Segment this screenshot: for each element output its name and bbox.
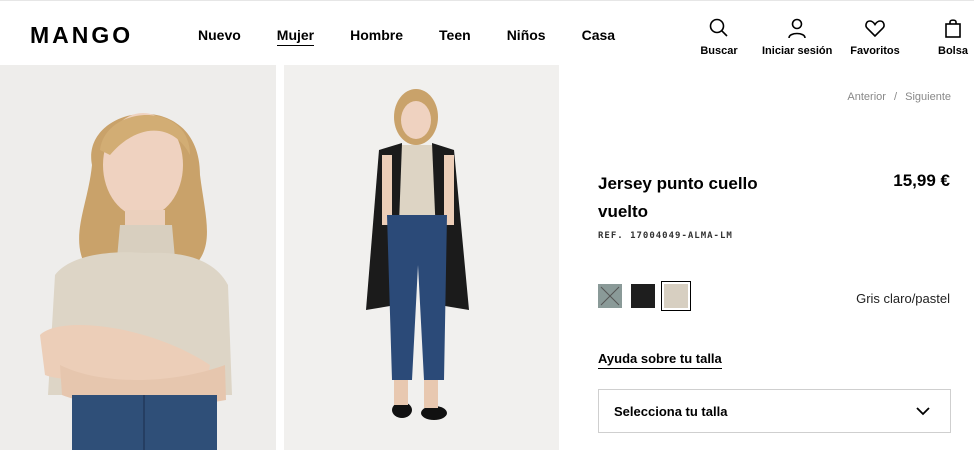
favorites-label: Favoritos — [850, 45, 900, 57]
unavailable-cross-icon — [600, 286, 620, 306]
product-ref: REF. 17004049-ALMA-LM — [598, 231, 733, 241]
size-select[interactable]: Selecciona tu talla — [598, 389, 951, 433]
search-label: Buscar — [700, 45, 738, 57]
color-swatches — [598, 281, 697, 311]
next-link[interactable]: Siguiente — [905, 91, 951, 103]
size-help-link[interactable]: Ayuda sobre tu talla — [598, 351, 722, 369]
color-swatch-black[interactable] — [631, 284, 655, 308]
chevron-down-icon — [916, 407, 930, 416]
bag-label: Bolsa — [938, 45, 968, 57]
prev-link[interactable]: Anterior — [847, 91, 886, 103]
login-button[interactable]: Iniciar sesión — [762, 17, 832, 57]
header-actions: Buscar Iniciar sesión Favoritos Bolsa — [0, 17, 974, 62]
model-closeup-illustration — [0, 65, 276, 450]
search-button[interactable]: Buscar — [700, 17, 738, 57]
color-swatch-cream[interactable] — [661, 281, 691, 311]
product-image-closeup[interactable] — [0, 65, 276, 450]
heart-icon — [865, 20, 885, 38]
model-fullbody-illustration — [284, 65, 559, 450]
product-title: Jersey punto cuello vuelto — [598, 174, 758, 221]
selected-color-name: Gris claro/pastel — [856, 291, 950, 306]
product-image-fullbody[interactable] — [284, 65, 559, 450]
favorites-button[interactable]: Favoritos — [850, 17, 900, 57]
color-swatch-gray[interactable] — [598, 284, 622, 308]
header: MANGO Nuevo Mujer Hombre Teen Niños Casa… — [0, 0, 974, 65]
search-icon — [709, 18, 728, 37]
product-price: 15,99 € — [893, 171, 950, 190]
bag-button[interactable]: Bolsa — [936, 17, 970, 57]
login-label: Iniciar sesión — [762, 45, 833, 57]
breadcrumb: Anterior / Siguiente — [847, 91, 951, 103]
size-select-label: Selecciona tu talla — [614, 404, 728, 419]
breadcrumb-separator: / — [894, 91, 898, 103]
bag-icon — [945, 19, 961, 38]
user-icon — [788, 18, 806, 39]
